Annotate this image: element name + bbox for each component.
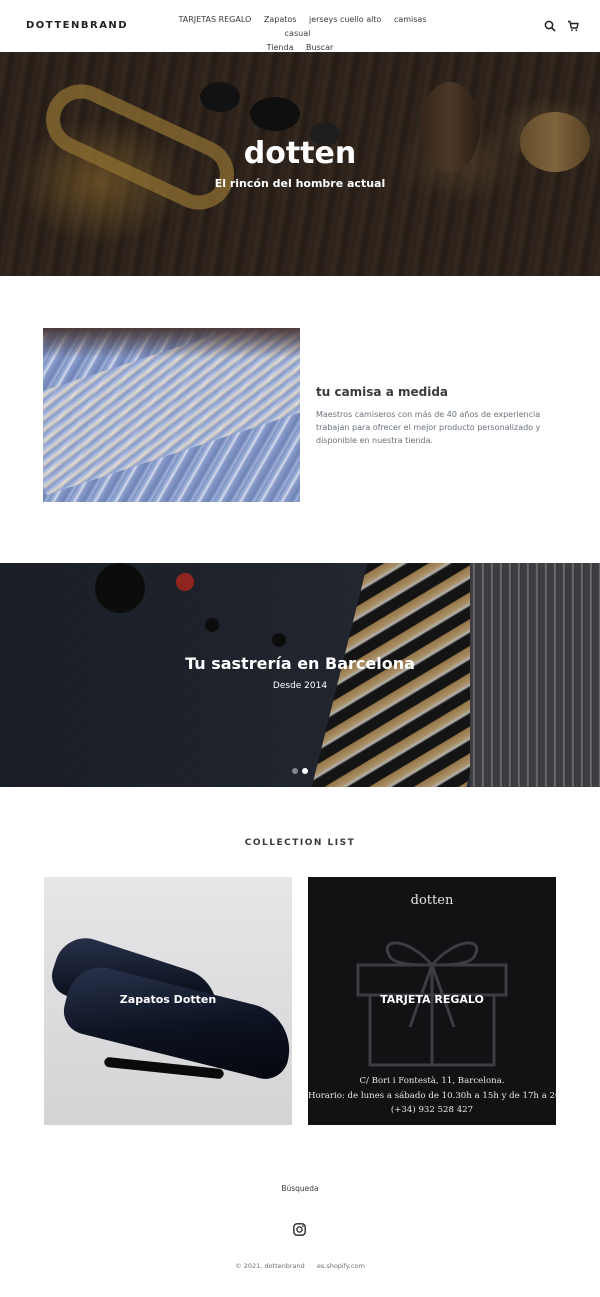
hero-banner: dotten El rincón del hombre actual [0,52,600,276]
fabric-shadow [43,328,300,358]
nav-link-buscar[interactable]: Buscar [306,43,333,52]
slide-dot-1[interactable] [292,768,298,774]
feature-title: tu camisa a medida [316,385,449,399]
footer-copyright: © 2021, dottenbrand es.shopify.com [0,1262,600,1270]
nav-link-jerseys[interactable]: jerseys cuello alto [309,15,381,24]
collection-card-label: Zapatos Dotten [119,993,217,1006]
nav-link-tarjetas-regalo[interactable]: TARJETAS REGALO [179,15,252,24]
collection-card-zapatos[interactable]: Zapatos Dotten [44,877,292,1125]
collection-heading: COLLECTION LIST [244,838,356,848]
collection-card-tarjeta-regalo[interactable]: dotten TARJETA REGALO C/ Bori i Fontestà… [308,877,556,1125]
feature-text: Maestros camiseros con más de 40 años de… [316,410,541,445]
gift-card-phone: (+34) 932 528 427 [390,1105,474,1115]
nav-link-zapatos[interactable]: Zapatos [264,15,297,24]
slide-overlay [0,563,600,787]
powered-by-link[interactable]: es.shopify.com [317,1262,365,1270]
hero-title: dotten [243,136,357,171]
gift-card-hours: Horario: de lunes a sábado de 10.30h a 1… [308,1090,556,1101]
footer-link-busqueda[interactable]: Búsqueda [0,1184,600,1193]
collection-card-label: TARJETA REGALO [380,993,484,1006]
nav-link-tienda[interactable]: Tienda [267,43,294,52]
search-icon[interactable] [543,19,557,33]
hero-subtitle: El rincón del hombre actual [214,177,386,190]
slide-title: Tu sastrería en Barcelona [185,654,415,673]
slideshow-slide [0,563,600,787]
slide-subtitle: Desde 2014 [272,681,328,691]
gift-card-address: C/ Bori i Fontestà, 11, Barcelona. [359,1076,505,1086]
shirt-fabric-image [43,328,300,502]
cart-icon[interactable] [566,19,580,33]
instagram-icon[interactable] [293,1221,306,1236]
gift-card-brand: dotten [410,893,454,908]
slide-dot-2[interactable] [302,768,308,774]
nav-row-1: TARJETAS REGALO Zapatos jerseys cuello a… [160,13,440,41]
site-logo[interactable]: DOTTENBRAND [26,20,128,31]
gift-card-info: C/ Bori i Fontestà, 11, Barcelona. Horar… [308,1074,556,1118]
main-nav: TARJETAS REGALO Zapatos jerseys cuello a… [160,13,440,55]
copyright-text: © 2021, dottenbrand [235,1262,305,1270]
site-header: DOTTENBRAND TARJETAS REGALO Zapatos jers… [0,0,600,52]
